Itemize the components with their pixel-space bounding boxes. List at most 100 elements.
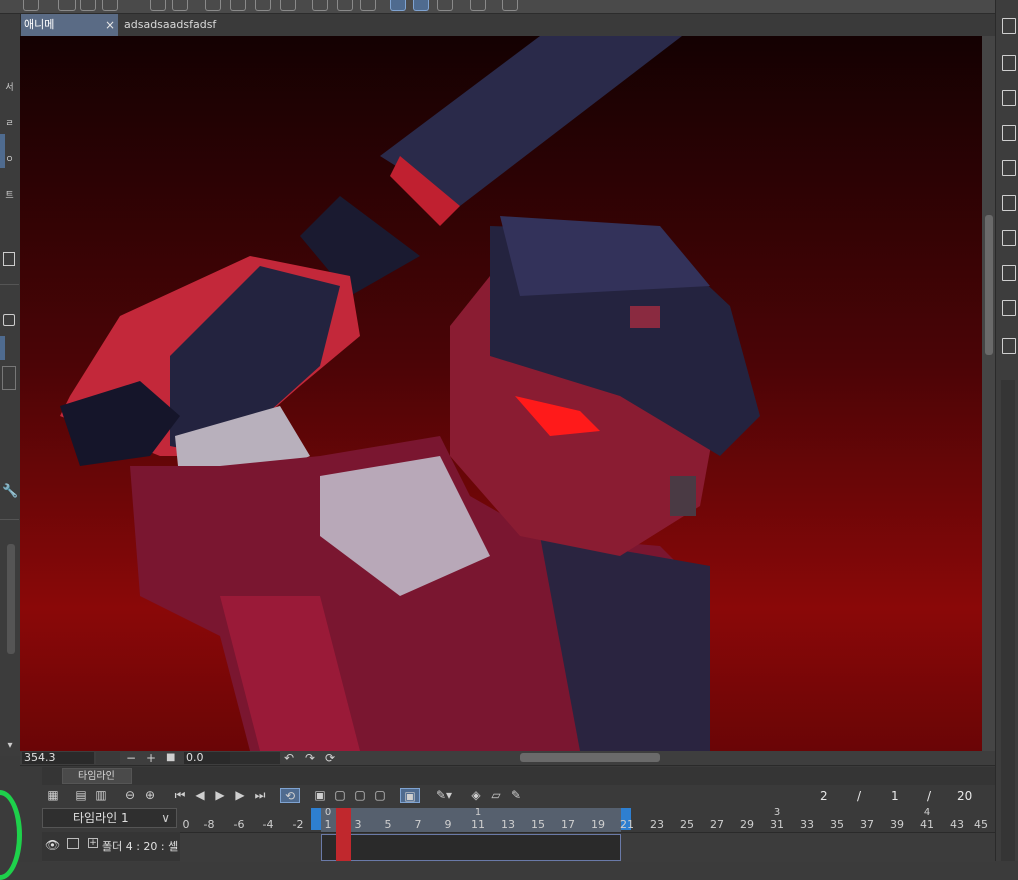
folder-icon[interactable]	[67, 838, 79, 849]
import-icon[interactable]	[1002, 230, 1016, 246]
keyframe-icon[interactable]: ◈	[468, 788, 484, 803]
folder-icon[interactable]	[80, 0, 96, 11]
track-cell-range[interactable]	[321, 834, 621, 861]
tab-document-2[interactable]: adsadsaadsfadsf	[120, 14, 218, 36]
rotate-right-icon[interactable]: ↷	[305, 751, 315, 765]
new-layer-icon[interactable]	[58, 0, 76, 11]
fit-button[interactable]: ■	[166, 751, 175, 765]
open-icon[interactable]	[1002, 55, 1016, 71]
crop-icon[interactable]	[280, 0, 296, 11]
brush-icon[interactable]	[23, 0, 39, 11]
save-as-icon[interactable]	[1002, 160, 1016, 176]
play-icon[interactable]: ▶	[212, 788, 228, 803]
canvas-vertical-scrollbar[interactable]	[982, 36, 995, 751]
print-icon[interactable]	[102, 0, 118, 11]
ruler-tick: 27	[710, 818, 724, 831]
ruler-tick: 17	[561, 818, 575, 831]
zoom-in-button[interactable]: +	[146, 751, 156, 765]
zoom-slider[interactable]	[96, 752, 120, 764]
right-panel-scroll-area[interactable]	[1001, 380, 1015, 861]
horizontal-scrollbar-thumb[interactable]	[520, 753, 660, 762]
navigator-status-bar: 354.3 − + ■ 0.0 ↶ ↷ ⟳	[20, 751, 995, 765]
ruler-tick: 19	[591, 818, 605, 831]
ruler-tick: 29	[740, 818, 754, 831]
snap-ruler-icon[interactable]	[390, 0, 406, 11]
zoom-out-button[interactable]: −	[126, 751, 136, 765]
timeline-selector[interactable]: 타임라인 1 ∨	[42, 808, 177, 828]
redo-icon[interactable]	[172, 0, 188, 11]
ruler-tick: 0	[182, 818, 190, 831]
new-document-icon[interactable]	[1002, 18, 1016, 34]
fill-icon[interactable]	[255, 0, 271, 11]
new-animation-folder-icon[interactable]: ▣	[312, 788, 328, 803]
ruler-tick: 21	[620, 818, 634, 831]
device-icon[interactable]	[470, 0, 486, 11]
prev-frame-icon[interactable]: ◀	[192, 788, 208, 803]
tab-animation[interactable]: 애니메 ×	[20, 14, 118, 36]
track-header[interactable]: 👁 + 폴더 4 : 20 : 셀	[42, 832, 180, 861]
zoom-in-icon[interactable]: ⊕	[142, 788, 158, 803]
vertical-scrollbar-thumb[interactable]	[985, 215, 993, 355]
loading-icon[interactable]	[205, 0, 221, 11]
undo-icon[interactable]	[150, 0, 166, 11]
last-frame-icon[interactable]: ⏭	[252, 788, 268, 803]
camera-icon[interactable]: ▱	[488, 788, 504, 803]
light-table-icon[interactable]: ▣	[400, 788, 420, 803]
zoom-out-icon[interactable]: ⊖	[122, 788, 138, 803]
new-frame-icon[interactable]: ▤	[73, 788, 89, 803]
selection-icon[interactable]	[312, 0, 328, 11]
layer-property-icon[interactable]	[1002, 265, 1016, 281]
grid-icon[interactable]	[437, 0, 453, 11]
rotate-left-icon[interactable]: ↶	[284, 751, 294, 765]
snap-special-icon[interactable]	[413, 0, 429, 11]
wrench-icon[interactable]: 🔧	[2, 484, 18, 499]
help-icon[interactable]	[502, 0, 518, 11]
trash-icon[interactable]	[3, 252, 15, 266]
zoom-field[interactable]: 354.3	[22, 752, 94, 764]
lock-icon[interactable]	[3, 314, 15, 326]
transform-icon[interactable]	[230, 0, 246, 11]
export-icon[interactable]	[1002, 195, 1016, 211]
first-frame-icon[interactable]: ⏮	[172, 788, 188, 803]
onion-skin-icon[interactable]: ▢	[372, 788, 388, 803]
invert-selection-icon[interactable]	[337, 0, 353, 11]
rotation-slider[interactable]	[230, 752, 280, 764]
playhead[interactable]	[336, 808, 351, 861]
close-document-icon[interactable]	[1002, 90, 1016, 106]
ruler-tick: 37	[860, 818, 874, 831]
eye-icon[interactable]: 👁	[45, 838, 60, 852]
green-ring-overlay	[0, 790, 22, 880]
link-icon[interactable]: ✎▾	[432, 788, 456, 803]
loop-icon[interactable]: ⟲	[280, 788, 300, 803]
expand-icon[interactable]: +	[88, 838, 98, 848]
deselect-icon[interactable]	[360, 0, 376, 11]
drawing-canvas[interactable]	[20, 36, 982, 751]
frame-second: 1	[891, 789, 899, 803]
pen-icon[interactable]: ✎	[508, 788, 524, 803]
cel-icon[interactable]: ▢	[352, 788, 368, 803]
layer-thumbnail[interactable]	[2, 366, 16, 390]
timeline-header	[42, 767, 995, 785]
download-icon[interactable]	[1002, 300, 1016, 316]
ruler-tick: -4	[262, 818, 274, 831]
timeline-selector-value: 타임라인 1	[73, 811, 129, 825]
ruler-tick: 39	[890, 818, 904, 831]
ruler-tick: 9	[444, 818, 452, 831]
new-cel-icon[interactable]: ▢	[332, 788, 348, 803]
tab-timeline[interactable]: 타임라인	[62, 768, 132, 784]
close-icon[interactable]: ×	[105, 14, 115, 36]
frame-separator: /	[857, 789, 862, 803]
tab-label: adsadsaadsfadsf	[124, 18, 217, 31]
chevron-down-icon[interactable]: ▾	[4, 740, 16, 752]
ruler-tick: 35	[830, 818, 844, 831]
settings-icon[interactable]	[1002, 338, 1016, 354]
top-toolbar	[0, 0, 995, 14]
save-icon[interactable]	[1002, 125, 1016, 141]
timeline-panel-icon[interactable]: ▦	[45, 788, 61, 803]
divider	[0, 519, 19, 520]
reset-rotation-icon[interactable]: ⟳	[325, 751, 335, 765]
left-scrollbar-thumb[interactable]	[7, 544, 15, 654]
frame-settings-icon[interactable]: ▥	[93, 788, 109, 803]
ruler-tick: 11	[471, 818, 485, 831]
next-frame-icon[interactable]: ▶	[232, 788, 248, 803]
